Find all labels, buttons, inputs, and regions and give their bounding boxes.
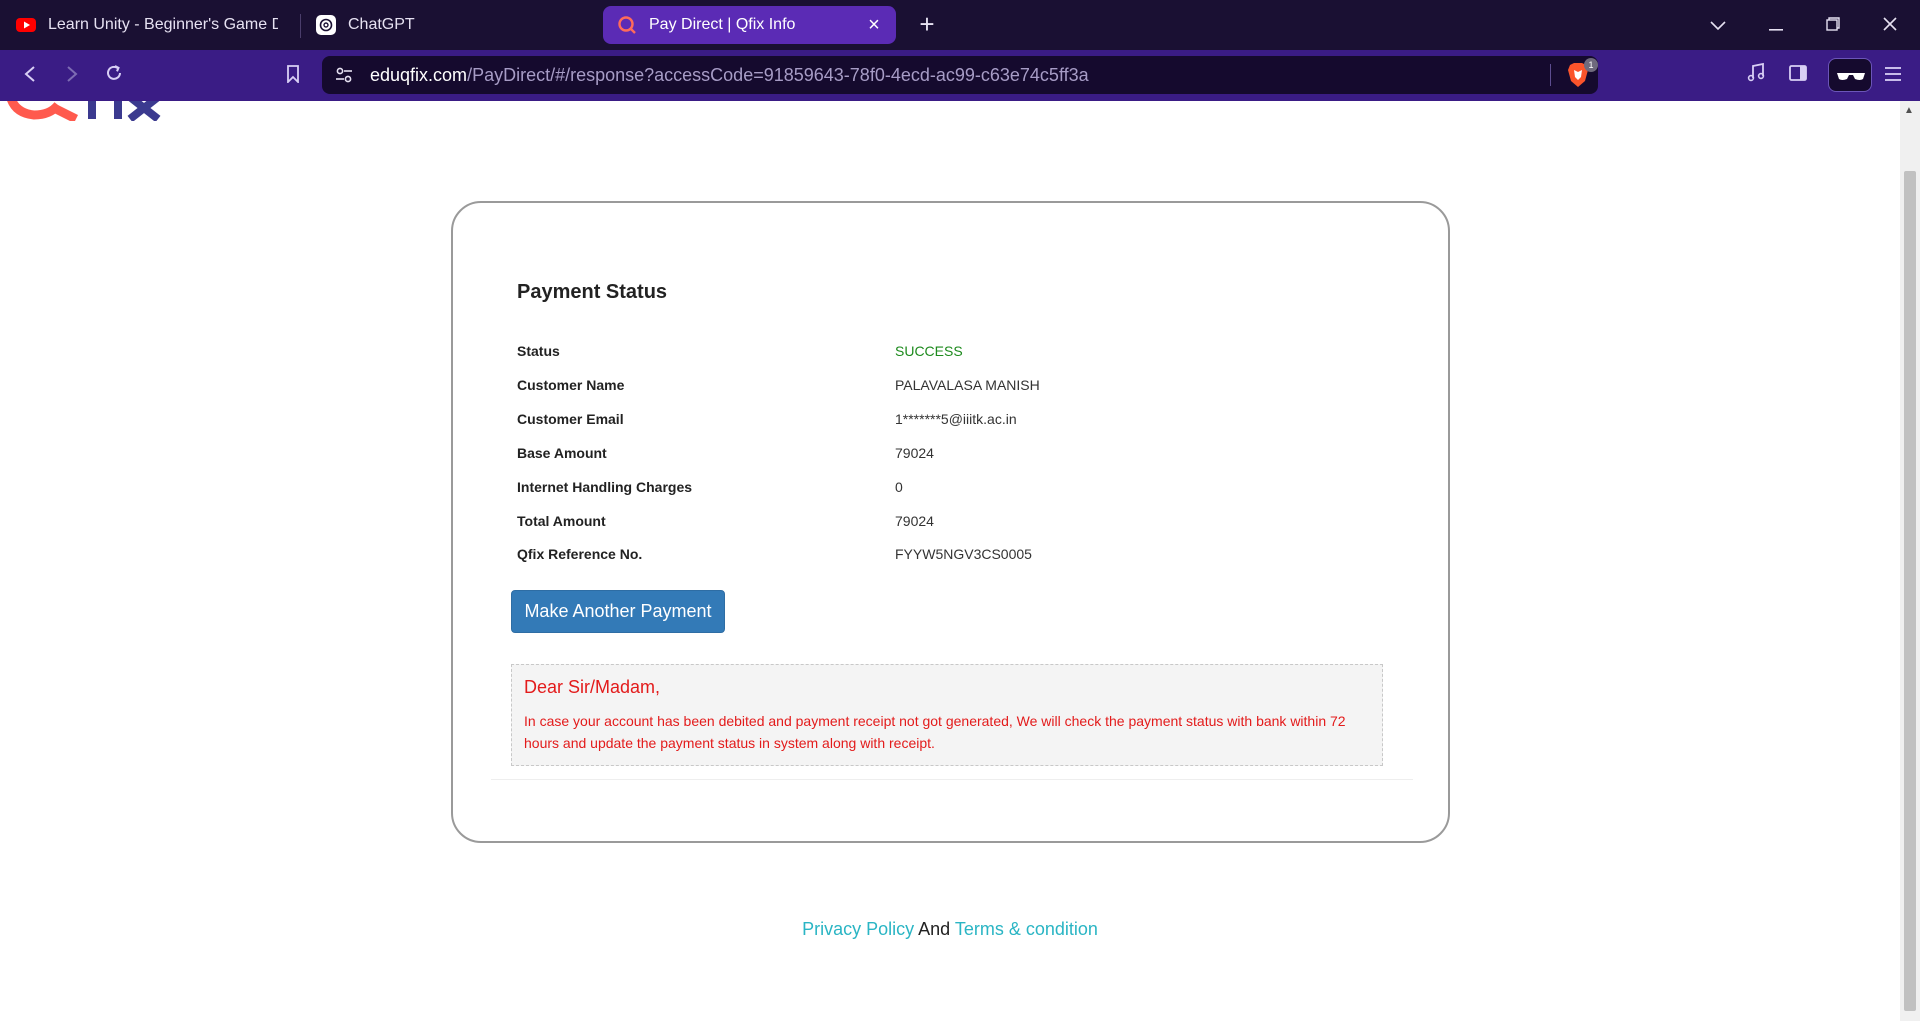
leo-ai-glasses-icon[interactable] [1828, 58, 1872, 92]
row-label: Customer Email [517, 411, 624, 427]
scroll-up-arrow-icon[interactable]: ▲ [1904, 105, 1914, 116]
status-row: Status SUCCESS [517, 343, 1397, 365]
row-label: Base Amount [517, 445, 607, 461]
tab-pay-direct[interactable]: Pay Direct | Qfix Info × [603, 6, 896, 44]
site-settings-icon[interactable] [334, 65, 354, 85]
row-label: Total Amount [517, 513, 606, 529]
address-bar[interactable]: eduqfix.com/PayDirect/#/response?accessC… [322, 56, 1598, 94]
customer-name-value: PALAVALASA MANISH [895, 377, 1040, 393]
tab-chatgpt[interactable]: ChatGPT [302, 6, 592, 44]
youtube-icon [16, 15, 36, 35]
customer-email-row: Customer Email 1*******5@iiitk.ac.in [517, 411, 1397, 433]
url-domain: eduqfix.com [370, 65, 468, 85]
tab-learn-unity[interactable]: Learn Unity - Beginner's Game Deve [2, 6, 292, 44]
media-music-icon[interactable] [1740, 60, 1772, 92]
new-tab-button[interactable]: + [912, 10, 942, 40]
reference-number-row: Qfix Reference No. FYYW5NGV3CS0005 [517, 546, 1397, 568]
bookmark-button[interactable] [277, 60, 309, 92]
row-label: Internet Handling Charges [517, 479, 693, 495]
menu-hamburger-icon[interactable] [1877, 60, 1909, 92]
url-path: /PayDirect/#/response?accessCode=9185964… [467, 65, 1089, 85]
navigation-bar: eduqfix.com/PayDirect/#/response?accessC… [0, 50, 1920, 101]
sidebar-toggle-icon[interactable] [1782, 60, 1814, 92]
payment-status-card: Payment Status Status SUCCESS Customer N… [451, 201, 1450, 843]
privacy-policy-link[interactable]: Privacy Policy [802, 919, 914, 939]
tab-title: Learn Unity - Beginner's Game Deve [48, 16, 278, 33]
scrollbar-thumb[interactable] [1904, 171, 1916, 1011]
qfix-icon [617, 15, 637, 35]
reload-button[interactable] [98, 60, 130, 92]
customer-name-row: Customer Name PALAVALASA MANISH [517, 377, 1397, 399]
divider [491, 779, 1413, 780]
total-amount-row: Total Amount 79024 [517, 513, 1397, 535]
url-divider [1550, 64, 1551, 86]
status-value: SUCCESS [895, 343, 963, 359]
customer-email-value: 1*******5@iiitk.ac.in [895, 411, 1017, 427]
page-title: Payment Status [517, 281, 668, 303]
back-button[interactable] [14, 60, 46, 92]
restore-button[interactable] [1815, 8, 1851, 42]
minimize-button[interactable] [1758, 8, 1794, 42]
base-amount-value: 79024 [895, 445, 934, 461]
notice-heading: Dear Sir/Madam, [524, 677, 661, 697]
close-window-button[interactable] [1872, 8, 1908, 42]
tab-title: ChatGPT [348, 16, 415, 33]
tab-strip: Learn Unity - Beginner's Game Deve ChatG… [0, 0, 1920, 50]
row-label: Status [517, 343, 560, 359]
notice-body: In case your account has been debited an… [524, 713, 1346, 751]
forward-button[interactable] [56, 60, 88, 92]
reference-number-value: FYYW5NGV3CS0005 [895, 546, 1032, 562]
close-tab-icon[interactable]: × [864, 15, 884, 35]
make-another-payment-button[interactable]: Make Another Payment [511, 590, 725, 633]
handling-charges-row: Internet Handling Charges 0 [517, 479, 1397, 501]
chatgpt-icon [316, 15, 336, 35]
shields-count-badge: 1 [1584, 58, 1598, 72]
vertical-scrollbar[interactable]: ▲ [1900, 101, 1920, 1021]
page-content: Payment Status Status SUCCESS Customer N… [0, 101, 1900, 1021]
footer-and-text: And [918, 919, 951, 939]
base-amount-row: Base Amount 79024 [517, 445, 1397, 467]
notice-box: Dear Sir/Madam, In case your account has… [511, 664, 1383, 766]
footer: Privacy Policy And Terms & condition [0, 919, 1900, 940]
terms-link[interactable]: Terms & condition [955, 919, 1098, 939]
row-label: Qfix Reference No. [517, 546, 643, 562]
qfix-logo [6, 101, 166, 124]
tab-title: Pay Direct | Qfix Info [649, 16, 796, 33]
url-text: eduqfix.com/PayDirect/#/response?accessC… [370, 65, 1089, 86]
row-label: Customer Name [517, 377, 625, 393]
total-amount-value: 79024 [895, 513, 934, 529]
tab-divider [300, 14, 301, 38]
handling-charges-value: 0 [895, 479, 903, 495]
tab-search-chevron-icon[interactable] [1700, 8, 1736, 42]
